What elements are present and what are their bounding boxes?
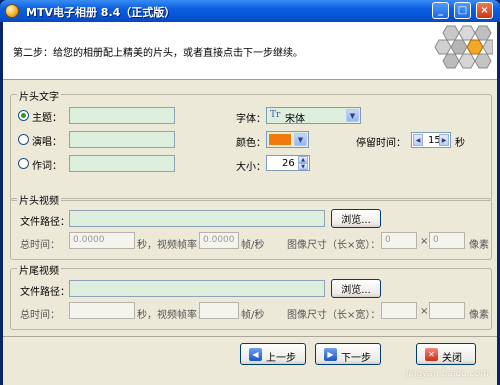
spin-down-icon[interactable]: ▼ [298,163,308,170]
intro-browse-button[interactable]: 浏览... [331,209,381,228]
lyricist-radio[interactable] [18,158,29,169]
intro-height-field: 0 [429,232,465,249]
outro-total-time-label: 总时间： [20,310,60,321]
intro-total-time-field: 0.0000 [69,232,135,249]
theme-input[interactable] [69,107,175,124]
intro-path-input[interactable] [69,210,325,227]
singer-radio[interactable] [18,134,29,145]
intro-total-time-label: 总时间： [20,240,60,251]
next-step-button[interactable]: ▶ 下一步 [315,343,381,365]
theme-radio[interactable] [18,110,29,121]
step-instruction: 第二步：给您的相册配上精美的片头，或者直接点击下一步继续。 [13,48,303,59]
lyricist-label: 作词： [32,161,62,172]
maximize-button[interactable]: □ [454,2,471,19]
title-text-group: 片头文字 主题： 演唱： 作词： 字体： Tr 宋体 ▼ 颜色： ▼ 停留时间： [10,88,492,201]
window-title: MTV电子相册 8.4（正式版） [26,6,176,19]
watermark: jingyan.baidu.com [405,369,489,379]
duration-label: 停留时间： [356,138,406,149]
intro-fps-unit: 帧/秒 [241,240,265,251]
spin-up-icon[interactable]: ▲ [298,156,308,163]
font-label: 字体： [236,114,266,125]
close-window-button[interactable]: × [476,2,493,19]
intro-times-sign: × [420,236,429,247]
next-step-label: 下一步 [341,353,371,364]
theme-label: 主题： [32,113,62,124]
outro-size-label: 图像尺寸（长×宽）： [287,310,381,321]
header-strip: 第二步：给您的相册配上精美的片头，或者直接点击下一步继续。 [3,22,497,80]
outro-pixel-unit: 像素 [469,310,489,321]
dialog-body: 第二步：给您的相册配上精美的片头，或者直接点击下一步继续。 片头文字 主题： 演… [3,22,497,385]
color-swatch [269,134,291,145]
title-bar[interactable]: MTV电子相册 8.4（正式版） _ □ × [0,0,500,22]
arrow-left-icon: ◀ [249,348,262,361]
chevron-down-icon[interactable]: ▼ [346,109,359,122]
outro-width-field [381,302,417,319]
outro-height-field [429,302,465,319]
outro-times-sign: × [420,306,429,317]
outro-seconds-rate-label: 秒，视频帧率： [137,310,207,321]
color-label: 颜色： [236,138,266,149]
decrement-icon[interactable]: ◀ [413,134,423,146]
outro-browse-button[interactable]: 浏览... [331,279,381,298]
font-value: 宋体 [285,114,305,125]
outro-video-group-title: 片尾视频 [17,262,61,277]
truetype-font-icon: Tr [270,110,281,120]
intro-video-group-title: 片头视频 [17,192,61,207]
intro-video-group: 片头视频 文件路径： 浏览... 总时间： 0.0000 秒，视频帧率： 0.0… [10,192,492,260]
outro-path-input[interactable] [69,280,325,297]
outro-fps-field [199,302,239,319]
close-icon: ✕ [425,348,438,361]
outro-path-label: 文件路径： [20,287,70,298]
intro-size-label: 图像尺寸（长×宽）： [287,240,381,251]
footer-divider [3,336,497,337]
duration-spinner[interactable]: ◀ 15 ▶ [411,132,451,148]
increment-icon[interactable]: ▶ [439,134,449,146]
font-size-spinner[interactable]: 26 ▲ ▼ [266,155,310,171]
chevron-down-icon[interactable]: ▼ [294,133,307,146]
app-icon [5,4,19,18]
font-select[interactable]: Tr 宋体 ▼ [266,107,361,125]
prev-step-button[interactable]: ◀ 上一步 [240,343,306,365]
close-label: 关闭 [442,353,462,364]
minimize-button[interactable]: _ [432,2,449,19]
intro-seconds-rate-label: 秒，视频帧率： [137,240,207,251]
hexagon-logo-icon [434,25,493,69]
singer-input[interactable] [69,131,175,148]
outro-video-group: 片尾视频 文件路径： 浏览... 总时间： 秒，视频帧率： 帧/秒 图像尺寸（长… [10,262,492,330]
duration-unit: 秒 [455,138,465,149]
outro-total-time-field [69,302,135,319]
color-select[interactable]: ▼ [266,131,309,148]
intro-width-field: 0 [381,232,417,249]
close-button[interactable]: ✕ 关闭 [416,343,476,365]
singer-label: 演唱： [32,137,62,148]
font-size-value: 26 [282,158,295,169]
intro-pixel-unit: 像素 [469,240,489,251]
intro-fps-field: 0.0000 [199,232,239,249]
title-text-group-title: 片头文字 [17,88,61,103]
lyricist-input[interactable] [69,155,175,172]
size-label: 大小： [236,162,266,173]
outro-fps-unit: 帧/秒 [241,310,265,321]
app-window: MTV电子相册 8.4（正式版） _ □ × 第二步：给您的相册配上精美的片头，… [0,0,500,385]
arrow-right-icon: ▶ [324,348,337,361]
prev-step-label: 上一步 [266,353,296,364]
intro-path-label: 文件路径： [20,217,70,228]
